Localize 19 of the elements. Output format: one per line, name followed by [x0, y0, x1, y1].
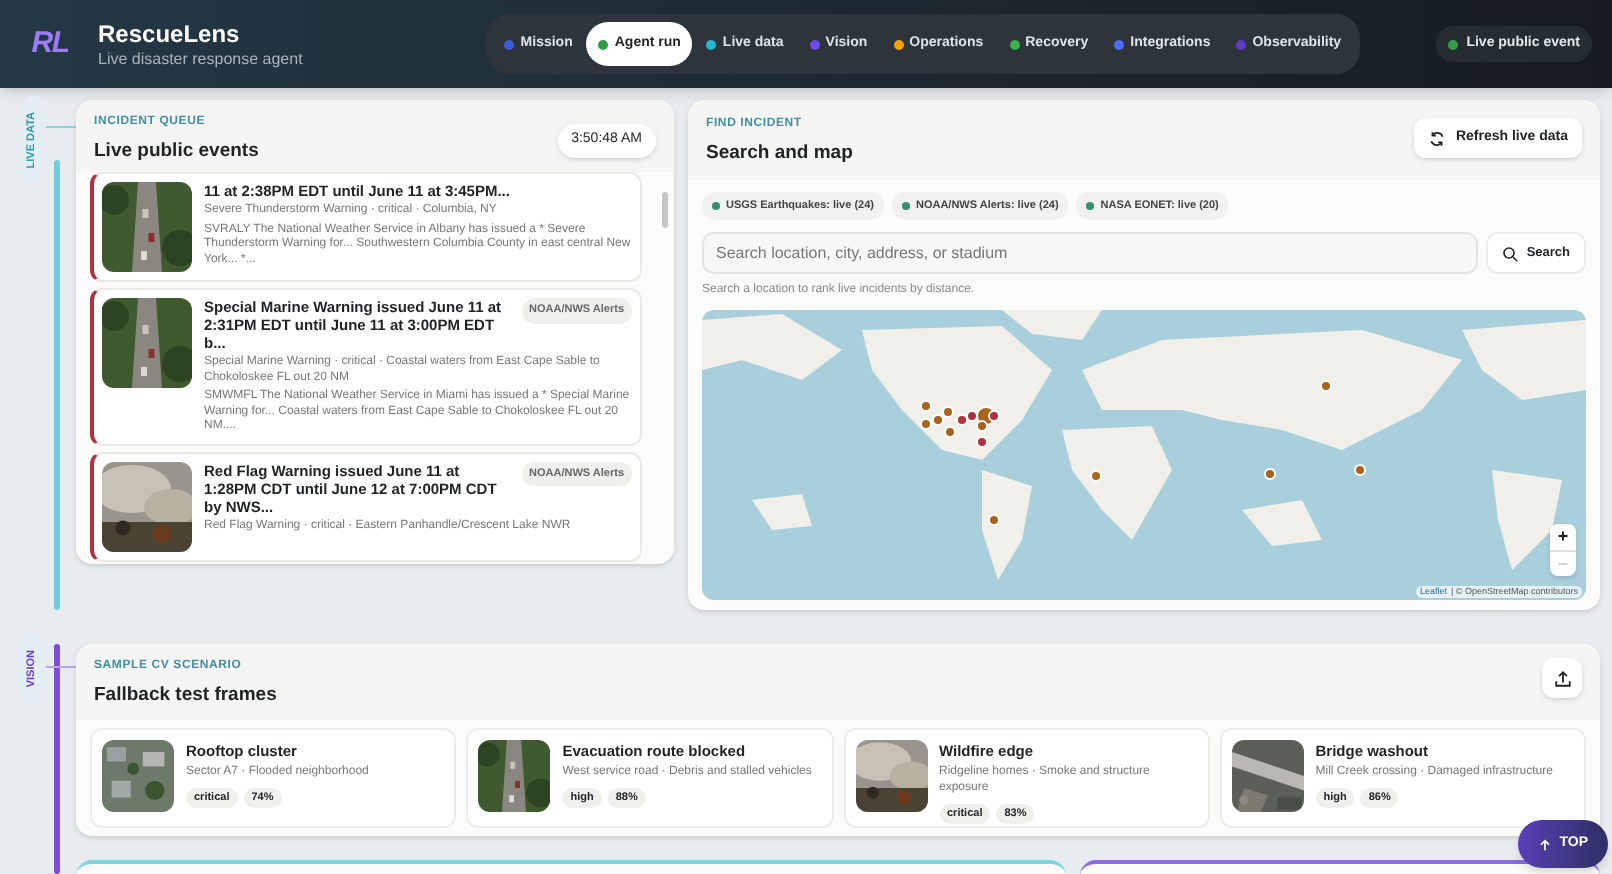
upload-icon — [1553, 669, 1571, 687]
app-title: RescueLens — [98, 19, 242, 49]
scrollbar-thumb[interactable] — [662, 192, 668, 229]
logo: RL — [29, 23, 71, 64]
search-icon — [1502, 245, 1519, 262]
incident-card[interactable] — [90, 288, 642, 446]
refresh-icon — [1427, 129, 1446, 147]
status-icon — [712, 202, 720, 211]
incident-card[interactable] — [90, 172, 642, 283]
arrow-up-icon — [1537, 837, 1552, 851]
panel-title: Search and map — [706, 140, 853, 168]
app-subtitle: Live disaster response agent — [98, 49, 303, 69]
status-icon — [901, 202, 910, 211]
status-icon — [1086, 202, 1095, 211]
upload-button[interactable] — [1542, 658, 1582, 698]
panel-title: Fallback test frames — [94, 682, 277, 710]
search-field[interactable]: Search location, city, address, or stadium — [702, 232, 1479, 275]
panel-title: Live public events — [94, 138, 259, 166]
zoom-in-button[interactable]: + — [1550, 524, 1576, 551]
